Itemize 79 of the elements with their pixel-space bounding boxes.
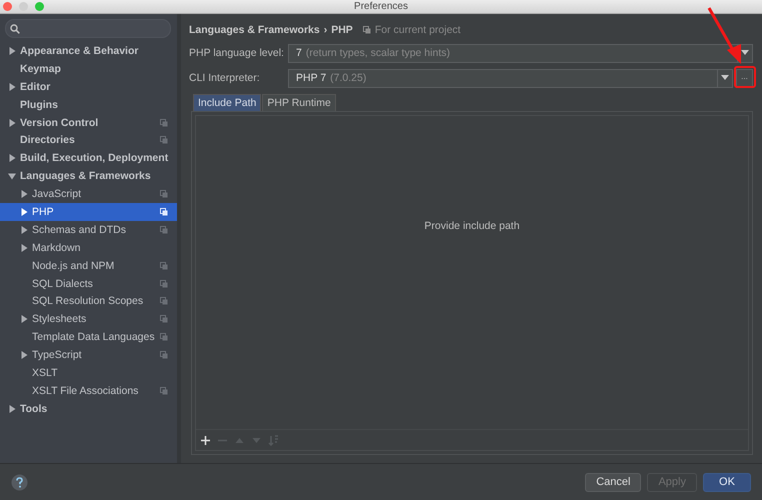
tree-item-label: Markdown bbox=[32, 242, 80, 254]
tree-item[interactable]: Schemas and DTDs bbox=[0, 220, 177, 239]
tree-item-label: Directories bbox=[20, 134, 75, 146]
search-icon bbox=[10, 24, 20, 34]
field-label: CLI Interpreter: bbox=[189, 72, 261, 84]
collapsed-arrow-icon[interactable] bbox=[20, 190, 28, 198]
collapsed-arrow-icon[interactable] bbox=[20, 315, 28, 324]
annotation-arrow bbox=[708, 7, 741, 64]
tree-item-label: Node.js and NPM bbox=[32, 260, 114, 272]
dropdown-field[interactable]: PHP 7 (7.0.25) bbox=[288, 68, 733, 88]
tree-item[interactable]: PHP bbox=[0, 203, 177, 221]
tree-item[interactable]: TypeScript bbox=[0, 346, 177, 364]
collapsed-arrow-icon[interactable] bbox=[8, 46, 16, 55]
tree-item-label: Schemas and DTDs bbox=[32, 224, 126, 236]
tree-item[interactable]: Tools bbox=[0, 400, 177, 418]
tree-item-label: Build, Execution, Deployment bbox=[20, 152, 168, 164]
help-icon[interactable] bbox=[11, 474, 28, 490]
tree-item[interactable]: Keymap bbox=[0, 60, 177, 78]
tree-item-label: SQL Dialects bbox=[32, 278, 93, 290]
tree-item-label: Tools bbox=[20, 402, 48, 415]
tree-item-label: Template Data Languages bbox=[32, 331, 155, 344]
collapsed-arrow-icon[interactable] bbox=[8, 154, 16, 162]
collapsed-arrow-icon[interactable] bbox=[8, 404, 16, 413]
tree-item[interactable]: Editor bbox=[0, 78, 177, 96]
dropdown-arrow-icon bbox=[741, 50, 749, 56]
tree-item-label: XSLT bbox=[32, 366, 58, 379]
collapsed-arrow-icon[interactable] bbox=[20, 351, 28, 360]
dialog-button[interactable]: OK bbox=[703, 472, 751, 492]
add-icon[interactable] bbox=[200, 434, 211, 446]
search-field[interactable] bbox=[5, 19, 171, 38]
project-scope-icon bbox=[362, 26, 371, 34]
collapsed-arrow-icon[interactable] bbox=[20, 208, 28, 216]
tree-item-label: Languages & Frameworks bbox=[20, 170, 151, 182]
dropdown-arrow-icon bbox=[721, 75, 729, 81]
collapsed-arrow-icon[interactable] bbox=[20, 244, 28, 252]
tree-item[interactable]: SQL Dialects bbox=[0, 274, 177, 292]
collapsed-arrow-icon[interactable] bbox=[8, 118, 16, 126]
tree-item[interactable]: XSLT bbox=[0, 364, 177, 382]
tree-item-label: XSLT File Associations bbox=[32, 384, 138, 397]
tree-item-label: Appearance & Behavior bbox=[20, 44, 138, 57]
browse-button[interactable]: ... bbox=[736, 68, 753, 88]
dropdown-field[interactable]: 7 (return types, scalar type hints) bbox=[288, 44, 753, 62]
scope-label: For current project bbox=[374, 24, 461, 36]
tree-item[interactable]: Appearance & Behavior bbox=[0, 42, 177, 60]
dialog-button[interactable]: Cancel bbox=[585, 472, 642, 492]
tree-item[interactable]: Markdown bbox=[0, 238, 177, 257]
highlight-box bbox=[734, 66, 756, 88]
tree-item[interactable]: Node.js and NPM bbox=[0, 256, 177, 275]
tree-item[interactable]: Template Data Languages bbox=[0, 328, 177, 346]
tree-item-label: Editor bbox=[20, 80, 50, 93]
tree-item-label: Version Control bbox=[20, 116, 98, 128]
close-button[interactable] bbox=[3, 2, 12, 11]
tree-item-label: JavaScript bbox=[32, 188, 82, 200]
tree-item-label: SQL Resolution Scopes bbox=[32, 295, 144, 308]
collapsed-arrow-icon[interactable] bbox=[20, 226, 28, 234]
tree-item-label: Keymap bbox=[20, 62, 61, 75]
field-label: PHP language level: bbox=[189, 47, 285, 59]
expanded-arrow-icon[interactable] bbox=[8, 172, 16, 180]
tree-item-label: PHP bbox=[32, 206, 54, 218]
tree-item[interactable]: Stylesheets bbox=[0, 310, 177, 328]
tree-item[interactable]: Plugins bbox=[0, 96, 177, 114]
breadcrumb-item: Languages & Frameworks bbox=[189, 24, 320, 36]
tree-item-label: Stylesheets bbox=[32, 313, 86, 326]
breadcrumb-separator: › bbox=[324, 24, 328, 36]
tab[interactable]: PHP Runtime bbox=[262, 94, 336, 111]
tab[interactable]: Include Path bbox=[193, 94, 262, 111]
breadcrumb-item: PHP bbox=[331, 24, 353, 36]
window-title: Preferences bbox=[354, 0, 408, 13]
tree-item-label: Plugins bbox=[20, 98, 58, 111]
collapsed-arrow-icon[interactable] bbox=[8, 82, 16, 91]
tree-item[interactable]: Directories bbox=[0, 131, 177, 150]
tree-item[interactable]: Version Control bbox=[0, 114, 177, 132]
tree-item[interactable]: XSLT File Associations bbox=[0, 382, 177, 400]
empty-list-message: Provide include path bbox=[424, 220, 520, 232]
tree-item[interactable]: JavaScript bbox=[0, 185, 177, 204]
tree-item[interactable]: Languages & Frameworks bbox=[0, 167, 177, 186]
tree-item-label: TypeScript bbox=[32, 349, 82, 362]
tree-item[interactable]: Build, Execution, Deployment bbox=[0, 149, 177, 168]
tree-item[interactable]: SQL Resolution Scopes bbox=[0, 292, 177, 310]
